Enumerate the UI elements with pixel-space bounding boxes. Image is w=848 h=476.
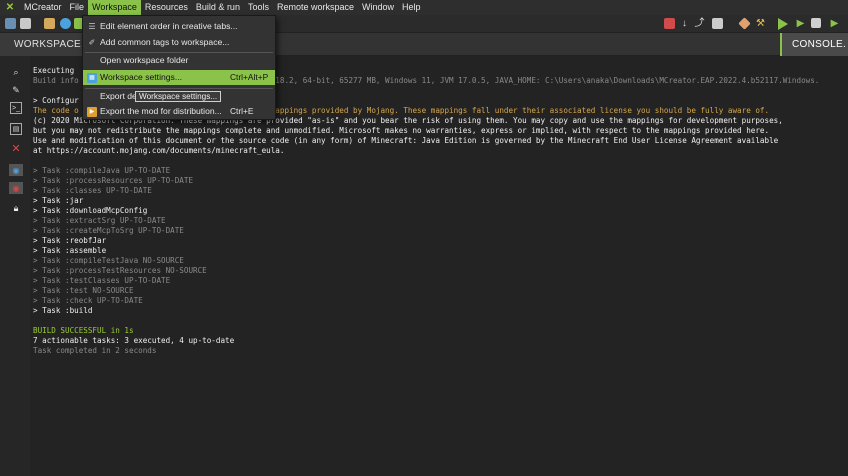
console-line: > Task :check UP-TO-DATE bbox=[33, 296, 143, 305]
console-line: > Task :jar bbox=[33, 196, 84, 205]
console-line: > Task :classes UP-TO-DATE bbox=[33, 186, 152, 195]
run-icon[interactable]: ▶ bbox=[829, 18, 840, 29]
run-server-icon[interactable]: ▶ bbox=[795, 18, 806, 29]
mcreator-logo-icon: ✕ bbox=[5, 2, 15, 13]
list-icon: ☰ bbox=[88, 22, 96, 31]
console-line: > Task :compileTestJava NO-SOURCE bbox=[33, 256, 184, 265]
menu-remote-workspace[interactable]: Remote workspace bbox=[273, 0, 358, 15]
menu-workspace[interactable]: Workspace bbox=[88, 0, 141, 15]
hide-icon[interactable]: ◉ bbox=[9, 182, 23, 194]
eye-icon[interactable]: ◉ bbox=[9, 164, 23, 176]
clean-icon[interactable] bbox=[712, 18, 723, 29]
menu-resources[interactable]: Resources bbox=[141, 0, 192, 15]
menu-mcreator[interactable]: MCreator bbox=[20, 0, 66, 15]
resource-pack-icon[interactable] bbox=[44, 18, 55, 29]
workspace-menu-dropdown: ☰ Edit element order in creative tabs...… bbox=[82, 15, 276, 120]
tooltip: Workspace settings... bbox=[135, 91, 222, 102]
console-line: > Task :createMcpToSrg UP-TO-DATE bbox=[33, 226, 184, 235]
tag-icon: ✐ bbox=[88, 38, 96, 47]
menu-item-edit-element-order[interactable]: ☰ Edit element order in creative tabs... bbox=[83, 19, 275, 34]
clear-icon[interactable]: ✕ bbox=[10, 142, 22, 155]
tab-workspace[interactable]: WORKSPACE bbox=[0, 33, 82, 56]
console-line: > Task :processTestResources NO-SOURCE bbox=[33, 266, 207, 275]
console-line: > Task :downloadMcpConfig bbox=[33, 206, 148, 215]
search-icon[interactable]: ⌕ bbox=[10, 66, 22, 78]
console-line: but you may not redistribute the mapping… bbox=[33, 126, 770, 135]
console-line: 7 actionable tasks: 3 executed, 4 up-to-… bbox=[33, 336, 235, 345]
console-line: Task completed in 2 seconds bbox=[33, 346, 157, 355]
pin-icon[interactable]: ✎ bbox=[10, 84, 22, 96]
menu-file[interactable]: File bbox=[66, 0, 89, 15]
menu-item-export-mod[interactable]: ▶ Export the mod for distribution... Ctr… bbox=[83, 104, 275, 119]
menu-window[interactable]: Window bbox=[358, 0, 398, 15]
hammer-icon[interactable]: ⚒ bbox=[755, 18, 766, 29]
console-line: > Task :compileJava UP-TO-DATE bbox=[33, 166, 171, 175]
console-line: > Task :testClasses UP-TO-DATE bbox=[33, 276, 171, 285]
copy-icon[interactable]: ▤ bbox=[10, 123, 22, 135]
terminal-icon[interactable]: >_ bbox=[10, 102, 22, 114]
download-icon[interactable]: ↓ bbox=[679, 18, 690, 29]
tab-console[interactable]: CONSOLE. bbox=[780, 33, 848, 56]
new-element-icon[interactable] bbox=[5, 18, 16, 29]
console-line: BUILD SUCCESSFUL in 1s bbox=[33, 326, 134, 335]
menu-tools[interactable]: Tools bbox=[244, 0, 273, 15]
globe-icon[interactable] bbox=[60, 18, 71, 29]
image-editor-icon[interactable] bbox=[20, 18, 31, 29]
regenerate-icon[interactable]: ⤴ bbox=[694, 18, 705, 29]
console-line: > Task :extractSrg UP-TO-DATE bbox=[33, 216, 166, 225]
menu-help[interactable]: Help bbox=[398, 0, 425, 15]
menu-item-workspace-settings[interactable]: ▦ Workspace settings... Ctrl+Alt+P bbox=[83, 70, 275, 85]
run-client-icon[interactable] bbox=[778, 18, 788, 30]
menu-build-run[interactable]: Build & run bbox=[192, 0, 244, 15]
settings-icon: ▦ bbox=[87, 73, 97, 83]
stop-icon[interactable] bbox=[811, 18, 821, 28]
console-line: > Task :reobfJar bbox=[33, 236, 107, 245]
menu-item-open-workspace-folder[interactable]: Open workspace folder bbox=[83, 53, 275, 68]
export-icon: ▶ bbox=[87, 107, 97, 117]
console-line: > Task :processResources UP-TO-DATE bbox=[33, 176, 194, 185]
menu-item-add-common-tags[interactable]: ✐ Add common tags to workspace... bbox=[83, 35, 275, 50]
console-line: at https://account.mojang.com/documents/… bbox=[33, 146, 285, 155]
gradle-icon[interactable] bbox=[664, 18, 675, 29]
console-line: > Task :test NO-SOURCE bbox=[33, 286, 134, 295]
console-line: > Task :build bbox=[33, 306, 93, 315]
console-line: > Task :assemble bbox=[33, 246, 107, 255]
menu-bar: ✕ MCreator File Workspace Resources Buil… bbox=[0, 0, 848, 15]
eraser-icon[interactable] bbox=[738, 17, 751, 30]
console-line: Use and modification of this document or… bbox=[33, 136, 779, 145]
lock-icon[interactable]: 🔒︎ bbox=[10, 202, 22, 214]
console-side-toolbar: ⌕ ✎ >_ ▤ ✕ ◉ ◉ 🔒︎ bbox=[0, 56, 30, 476]
